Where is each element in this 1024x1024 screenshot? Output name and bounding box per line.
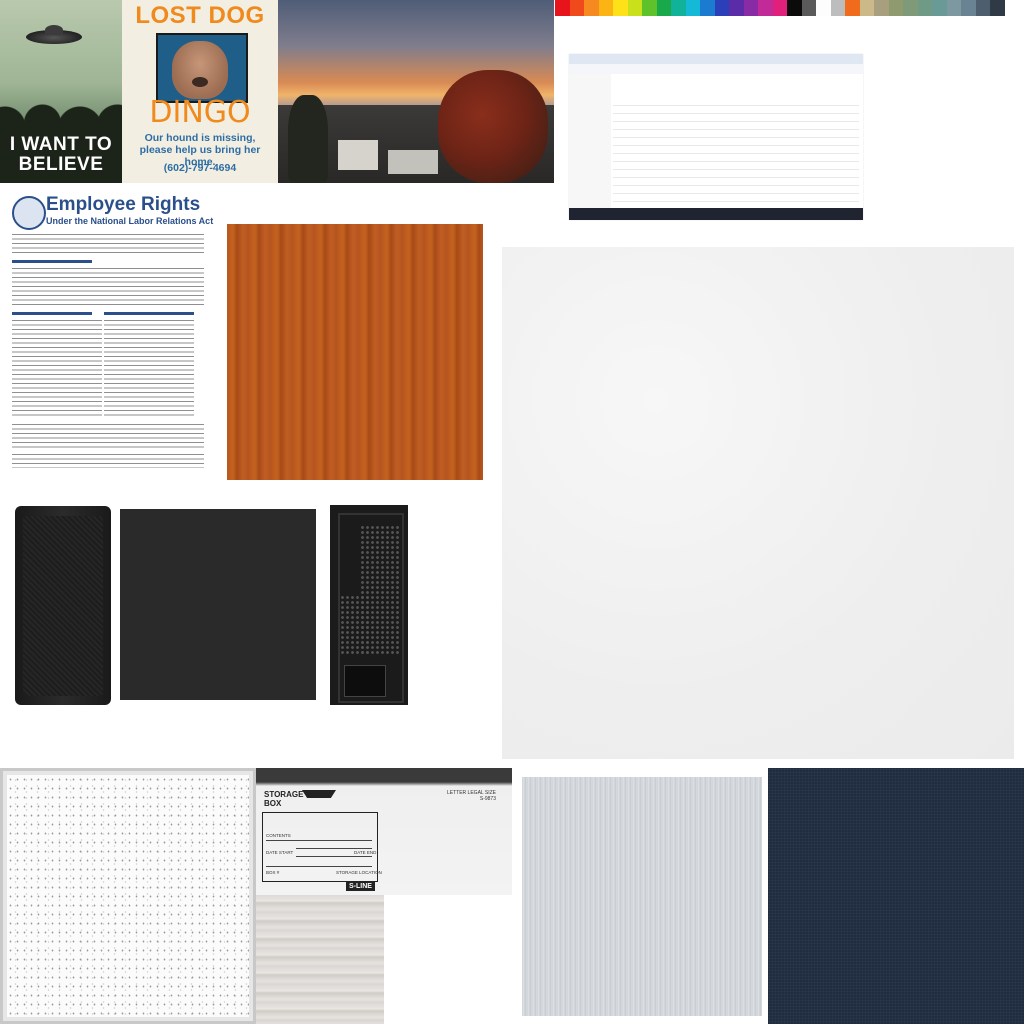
poster-title-line2: BELIEVE [18,154,104,175]
sunset-photo [278,0,554,183]
label-date-end: DATE END [354,850,377,855]
color-swatch [700,0,715,16]
color-swatch [598,0,614,16]
color-swatch [903,0,918,16]
poster-phone: (602)-797-4694 [163,162,237,174]
white-paper-texture [502,247,1014,759]
pc-case-front [15,506,111,705]
lost-dog-poster: LOST DOG DINGO Our hound is missing, ple… [122,0,278,183]
color-swatch [990,0,1005,16]
color-swatch [627,0,643,16]
brand-badge: S-LINE [346,882,375,891]
section-heading [12,260,92,263]
notice-body-text [12,232,204,256]
cherry-wood-texture [227,224,483,480]
notice-column-text [104,318,194,418]
color-swatch [656,0,672,16]
write-line [266,866,372,867]
box-title-line2: BOX [264,799,282,808]
color-swatch [772,0,788,16]
color-swatch [584,0,599,16]
label-storage-location: STORAGE LOCATION [336,870,382,875]
box-size-info: LETTER LEGAL SIZE S-9873 [436,790,496,802]
color-swatch [569,0,585,16]
notice-body-text [12,422,204,448]
color-palette-strip [555,0,1005,16]
notice-column-text [12,318,102,418]
employee-rights-notice: Employee Rights Under the National Labor… [0,190,215,475]
data-rows [613,98,859,206]
color-swatch [975,0,991,16]
taskbar [569,208,863,220]
section-heading [12,312,92,315]
notice-footer-text [12,452,204,468]
color-swatch [859,0,875,16]
house [388,150,438,174]
red-leaf-tree [438,70,548,183]
toolbar [569,64,863,74]
label-contents: CONTENTS [266,833,291,838]
color-swatch [671,0,686,16]
brushed-metal-texture [522,777,762,1016]
box-title-line1: STORAGE [264,790,304,799]
hand-hole-icon [302,790,336,798]
speckled-ceiling-tile [0,768,256,1024]
ufo-dome [45,25,63,35]
color-swatch [613,0,628,16]
tile-surface [7,775,249,1017]
label-date-start: DATE START [266,850,294,855]
label-box-no: BOX # [266,870,280,875]
notice-subtitle: Under the National Labor Relations Act [46,216,214,226]
poster-heading: LOST DOG [135,2,265,29]
storage-box-label: STORAGE BOX LETTER LEGAL SIZE S-9873 CON… [256,768,512,895]
color-swatch [874,0,889,16]
dog-head [172,41,228,99]
color-swatch [758,0,773,16]
whitewashed-wood-texture [256,895,384,1024]
spreadsheet-screenshot [569,54,863,220]
pc-case-open-side [330,505,408,705]
dog-name: DINGO [149,95,251,130]
color-swatch [801,0,817,16]
notice-body-text [12,266,204,306]
color-swatch [932,0,947,16]
dog-photo [156,33,248,103]
pc-case-side-panel [120,509,316,700]
color-swatch [787,0,802,16]
color-swatch [642,0,657,16]
nlrb-seal-icon [12,196,46,230]
front-mesh [23,516,103,696]
sidebar [569,74,611,208]
write-line [296,856,372,857]
color-swatch [729,0,744,16]
browser-titlebar [569,54,863,64]
color-swatch [946,0,962,16]
ufo-poster: I WANT TO BELIEVE [0,0,122,183]
color-swatch [685,0,701,16]
poster-title: I WANT TO BELIEVE [0,135,122,175]
color-swatch [555,0,570,16]
poster-title-line1: I WANT TO [9,134,113,155]
color-swatch [743,0,759,16]
section-heading [104,312,194,315]
color-swatch [714,0,730,16]
navy-fabric-texture [768,768,1024,1024]
color-swatch [917,0,933,16]
box-size-line2: S-9873 [479,796,496,802]
evergreen-tree [288,95,328,183]
drive-bay-holes [340,595,370,655]
psu-bay [344,665,386,697]
notice-title: Employee Rights [46,194,201,215]
color-swatch [845,0,860,16]
color-swatch [830,0,846,16]
write-line [296,848,372,849]
house [338,140,378,170]
dog-nose [192,77,208,87]
color-swatch [816,0,831,16]
color-swatch [961,0,976,16]
write-line [266,840,372,841]
color-swatch [888,0,904,16]
box-title: STORAGE BOX [264,790,303,808]
